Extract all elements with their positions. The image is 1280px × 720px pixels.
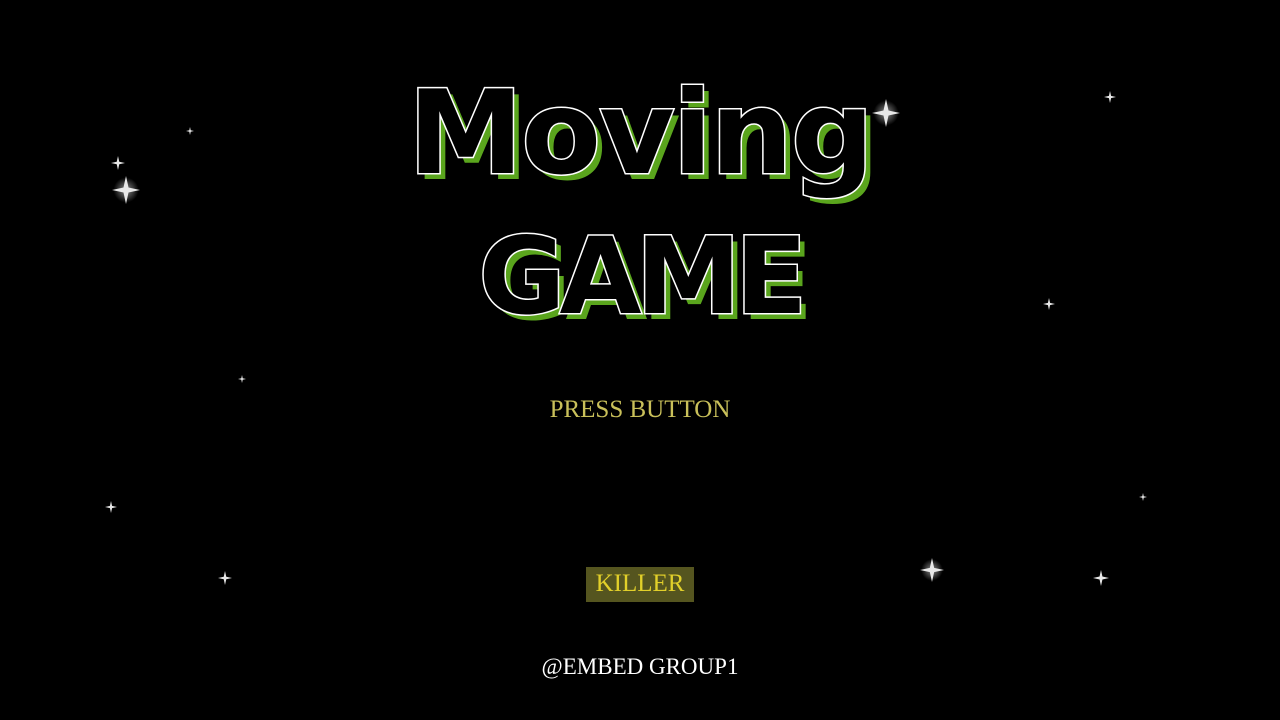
title-line-2-text: GAME: [477, 214, 809, 340]
title-line-1-text: Moving: [406, 65, 875, 203]
sparkle-star-icon: [920, 558, 944, 582]
game-title-line-1: Moving Moving: [0, 65, 1280, 208]
menu-option-killer[interactable]: KILLER: [586, 567, 694, 602]
credits-text: @EMBED GROUP1: [541, 654, 739, 679]
press-button-prompt: PRESS BUTTON: [549, 396, 731, 423]
sparkle-star-icon: [1139, 493, 1147, 501]
sparkle-star-icon: [1093, 570, 1109, 586]
sparkle-star-icon: [105, 501, 117, 513]
sparkle-star-icon: [238, 375, 246, 383]
title-screen: Moving Moving GAME GAME PRESS BUTTON KIL…: [0, 0, 1280, 720]
sparkle-star-icon: [218, 571, 232, 585]
game-title-line-2: GAME GAME: [0, 214, 1280, 345]
